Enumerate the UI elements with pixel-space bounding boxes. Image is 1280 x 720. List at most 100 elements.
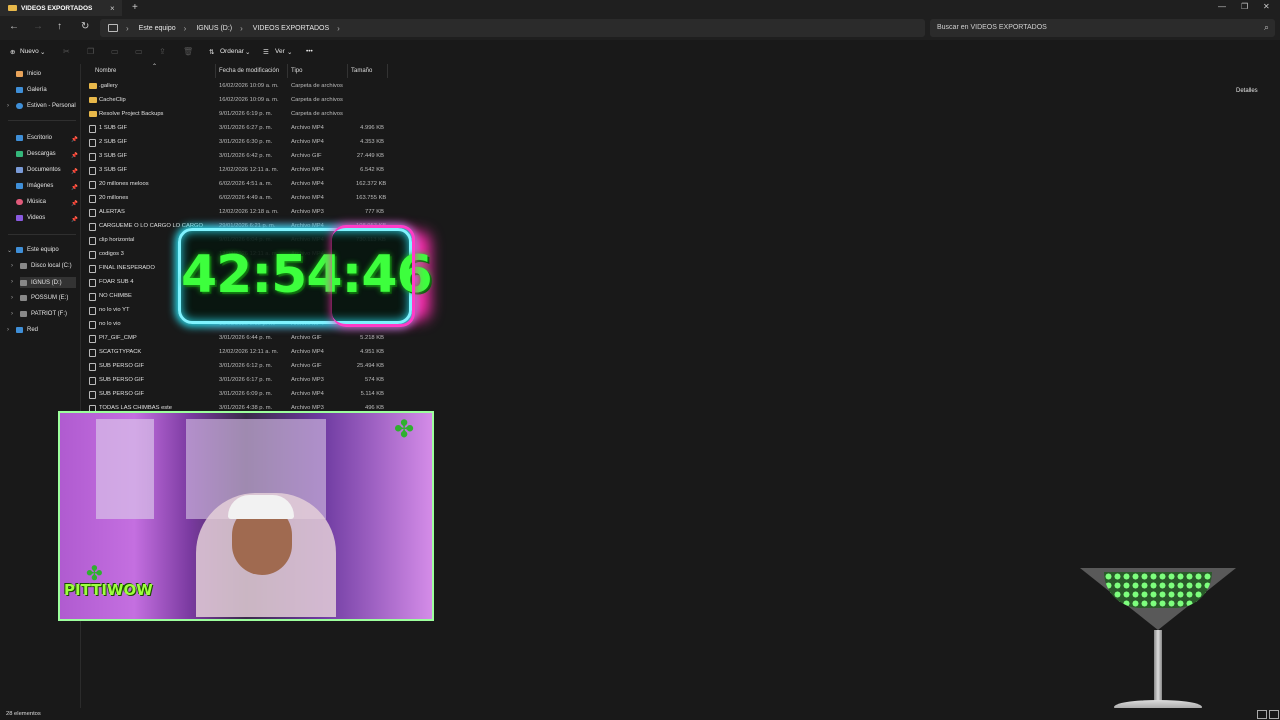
cut-icon[interactable]: ✂ — [63, 47, 70, 56]
sidebar-item-label: Documentos — [27, 167, 61, 173]
file-type: Carpeta de archivos — [291, 83, 343, 89]
chevron-right-icon[interactable]: › — [11, 263, 13, 269]
file-name: 3 SUB GIF — [99, 153, 128, 159]
sort-icon: ⇅ — [209, 49, 215, 56]
new-button[interactable]: Nuevo — [20, 48, 39, 55]
copy-icon[interactable]: ❐ — [87, 47, 94, 56]
search-box[interactable]: Buscar en VIDEOS EXPORTADOS ⌕ — [930, 19, 1275, 37]
column-header-name[interactable]: Nombre — [95, 68, 116, 74]
details-button[interactable]: Detalles — [1236, 88, 1258, 94]
file-icon — [89, 237, 96, 245]
new-tab-button[interactable]: + — [132, 2, 138, 13]
search-input[interactable]: Buscar en VIDEOS EXPORTADOS — [937, 24, 1047, 31]
sidebar-item-patriot-f[interactable]: PATRIOT (F:) — [20, 311, 67, 317]
sidebar-item-musica[interactable]: Música — [16, 199, 46, 205]
delete-icon[interactable]: 🗑 — [183, 47, 193, 56]
chevron-right-icon[interactable]: › — [7, 103, 9, 109]
column-divider[interactable] — [387, 64, 388, 78]
file-row[interactable]: SUB PERSO GIF 3/01/2026 6:09 p. m. Archivo… — [86, 387, 391, 401]
sidebar-item-galeria[interactable]: Galería — [16, 87, 47, 93]
file-size: 5.114 KB — [360, 391, 384, 397]
file-row[interactable]: 2 SUB GIF 3/01/2026 6:30 p. m. Archivo MP4… — [86, 135, 391, 149]
minimize-button[interactable]: — — [1218, 2, 1226, 11]
file-row[interactable]: 20 millones 6/02/2026 4:49 a. m. Archivo M… — [86, 191, 391, 205]
column-divider[interactable] — [287, 64, 288, 78]
file-name: no lo vio YT — [99, 307, 130, 313]
file-date: 12/02/2026 12:11 a. m. — [219, 167, 279, 173]
pin-icon[interactable]: 📌 — [71, 217, 78, 223]
up-button[interactable]: ↑ — [57, 21, 62, 32]
sidebar-item-possum-e[interactable]: POSSUM (E:) — [20, 295, 68, 301]
chevron-right-icon[interactable]: › — [11, 311, 13, 317]
back-button[interactable]: ← — [9, 21, 19, 32]
chevron-right-icon[interactable]: › — [11, 279, 13, 285]
breadcrumb-este-equipo[interactable]: Este equipo — [139, 25, 176, 32]
file-row[interactable]: .gallery 16/02/2026 10:09 a. m. Carpeta de… — [86, 79, 391, 93]
forward-button[interactable]: → — [33, 21, 43, 32]
pin-icon[interactable]: 📌 — [71, 169, 78, 175]
share-icon[interactable]: ⇪ — [159, 47, 166, 56]
file-row[interactable]: SCATGTYPACK 12/02/2026 12:11 a. m. Archivo… — [86, 345, 391, 359]
sidebar-item-documentos[interactable]: Documentos — [16, 167, 61, 173]
breadcrumb-ignus[interactable]: IGNUS (D:) — [196, 25, 232, 32]
file-date: 3/01/2026 6:44 p. m. — [219, 335, 273, 341]
tab-videos-exportados[interactable]: VIDEOS EXPORTADOS × — [0, 0, 122, 16]
column-header-date[interactable]: Fecha de modificación — [219, 68, 279, 74]
view-button[interactable]: Ver — [275, 48, 285, 55]
column-header-size[interactable]: Tamaño — [351, 68, 372, 74]
file-row[interactable]: 3 SUB GIF 3/01/2026 6:42 p. m. Archivo GIF… — [86, 149, 391, 163]
file-row[interactable]: 1 SUB GIF 3/01/2026 6:27 p. m. Archivo MP4… — [86, 121, 391, 135]
pin-icon[interactable]: 📌 — [71, 153, 78, 159]
navigation-bar: ← → ↑ ↻ › Este equipo › IGNUS (D:) › VID… — [0, 16, 1280, 40]
chevron-down-icon[interactable]: ⌄ — [7, 247, 12, 254]
file-date: 3/01/2026 6:17 p. m. — [219, 377, 273, 383]
file-type: Archivo MP4 — [291, 181, 324, 187]
sidebar-item-descargas[interactable]: Descargas — [16, 151, 56, 157]
file-name: FINAL INESPERADO — [99, 265, 155, 271]
file-row[interactable]: CacheClip 16/02/2026 10:09 a. m. Carpeta d… — [86, 93, 391, 107]
sidebar-item-videos[interactable]: Videos — [16, 215, 45, 221]
file-row[interactable]: SUB PERSO GIF 3/01/2026 6:17 p. m. Archivo… — [86, 373, 391, 387]
sidebar-item-este-equipo[interactable]: Este equipo — [16, 247, 59, 253]
file-row[interactable]: SUB PERSO GIF 3/01/2026 6:12 p. m. Archivo… — [86, 359, 391, 373]
sidebar-item-escritorio[interactable]: Escritorio — [16, 135, 52, 141]
home-icon — [16, 71, 23, 77]
file-row[interactable]: 3 SUB GIF 12/02/2026 12:11 a. m. Archivo M… — [86, 163, 391, 177]
column-divider[interactable] — [347, 64, 348, 78]
details-view-icon[interactable] — [1257, 710, 1267, 719]
paste-icon[interactable]: ▭ — [111, 47, 119, 56]
sidebar-item-label: POSSUM (E:) — [31, 295, 69, 301]
pin-icon[interactable]: 📌 — [71, 137, 78, 143]
pin-icon[interactable]: 📌 — [71, 185, 78, 191]
channel-logo: PITTIWOW — [64, 581, 153, 599]
sidebar-item-onedrive[interactable]: Estiven - Personal — [16, 103, 76, 109]
sidebar-item-inicio[interactable]: Inicio — [16, 71, 41, 77]
more-options-button[interactable]: ••• — [306, 48, 313, 55]
plus-icon: ⊕ — [10, 49, 16, 56]
refresh-button[interactable]: ↻ — [81, 21, 89, 32]
column-header-type[interactable]: Tipo — [291, 68, 302, 74]
chevron-right-icon[interactable]: › — [11, 295, 13, 301]
sidebar-item-disco-c[interactable]: Disco local (C:) — [20, 263, 72, 269]
sort-button[interactable]: Ordenar — [220, 48, 244, 55]
sidebar-item-ignus-d[interactable]: IGNUS (D:) — [20, 277, 76, 288]
sidebar-item-label: Red — [27, 327, 39, 333]
breadcrumb-videos-exportados[interactable]: VIDEOS EXPORTADOS — [253, 25, 329, 32]
file-type: Archivo MP4 — [291, 195, 324, 201]
chevron-right-icon[interactable]: › — [7, 327, 9, 333]
sidebar-item-red[interactable]: Red — [16, 327, 38, 333]
maximize-button[interactable]: ❐ — [1241, 2, 1248, 11]
rename-icon[interactable]: ▭ — [135, 47, 143, 56]
file-row[interactable]: PI7_GIF_CMP 3/01/2026 6:44 p. m. Archivo G… — [86, 331, 391, 345]
close-window-button[interactable]: ✕ — [1263, 2, 1270, 11]
file-row[interactable]: Resolve Project Backups 9/01/2026 6:19 p.… — [86, 107, 391, 121]
file-row[interactable]: 20 millones meloos 6/02/2026 4:51 a. m. Ar… — [86, 177, 391, 191]
pin-icon[interactable]: 📌 — [71, 201, 78, 207]
address-bar[interactable]: › Este equipo › IGNUS (D:) › VIDEOS EXPO… — [100, 19, 925, 37]
file-name: 1 SUB GIF — [99, 125, 128, 131]
sidebar-item-imagenes[interactable]: Imágenes — [16, 183, 53, 189]
close-tab-icon[interactable]: × — [110, 4, 115, 13]
file-row[interactable]: ALERTAS 12/02/2026 12:18 a. m. Archivo MP3… — [86, 205, 391, 219]
column-divider[interactable] — [215, 64, 216, 78]
tiles-view-icon[interactable] — [1269, 710, 1279, 719]
